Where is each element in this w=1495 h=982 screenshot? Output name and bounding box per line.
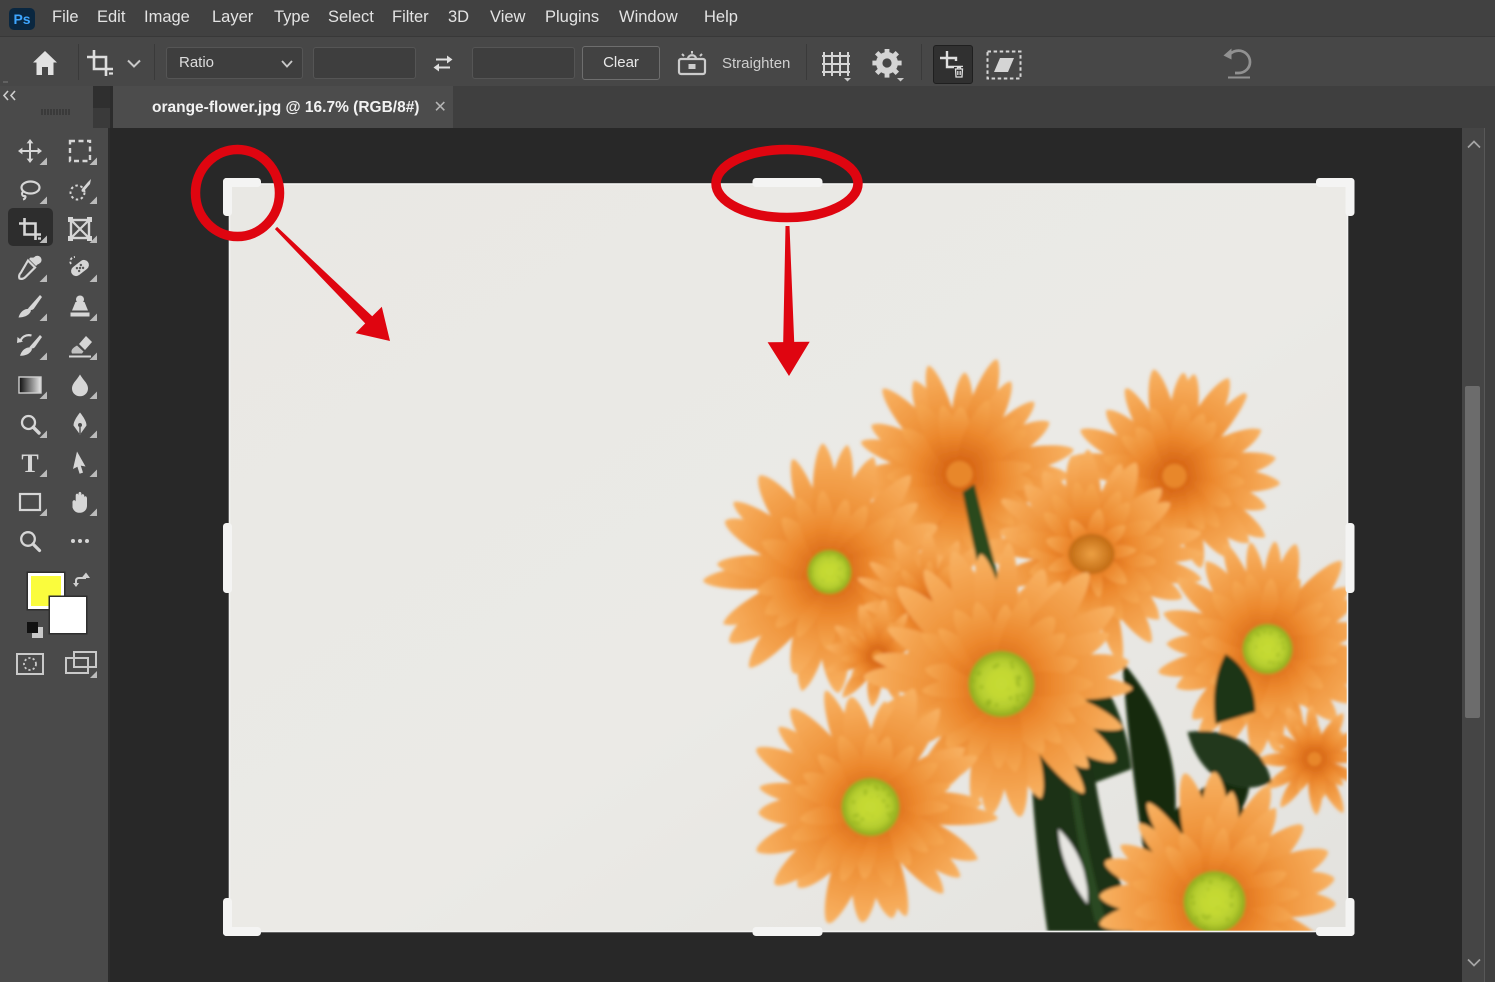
- svg-text:T: T: [21, 449, 38, 478]
